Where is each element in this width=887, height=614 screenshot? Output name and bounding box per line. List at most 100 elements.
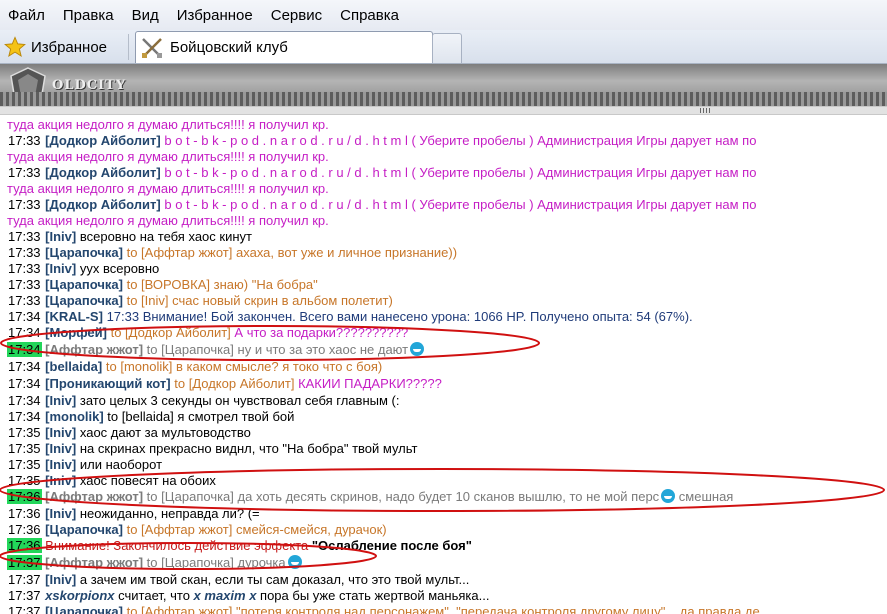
message-nick[interactable]: [KRAL-S] — [45, 309, 103, 324]
favorites-label: Избранное — [31, 38, 108, 56]
message-nick[interactable]: [Аффтар жжот] — [45, 489, 143, 504]
message-time[interactable]: 17:35 — [7, 441, 42, 456]
message-target[interactable]: to [Царапочка] — [147, 555, 234, 570]
menu-file[interactable]: Файл — [0, 7, 55, 24]
message-target[interactable]: to [ВОРОВКА] — [127, 277, 210, 292]
menu-help[interactable]: Справка — [332, 7, 409, 24]
message-time[interactable]: 17:35 — [7, 457, 42, 472]
effect-name: "Ослабление после боя" — [311, 538, 472, 553]
message-target[interactable]: to [Аффтар жжот] — [127, 245, 233, 260]
message-time[interactable]: 17:36 — [7, 489, 42, 504]
game-banner: OLDCITY — [0, 64, 887, 106]
message-time[interactable]: 17:33 — [7, 165, 42, 180]
smiley-icon — [410, 342, 425, 356]
tab-fight-club[interactable]: Бойцовский клуб — [135, 31, 433, 63]
banner-stripe — [0, 92, 887, 106]
chat-message: 17:35 [Iniv] хаос дают за мультоводство — [7, 425, 251, 441]
menu-favorites[interactable]: Избранное — [169, 7, 263, 24]
menu-tools[interactable]: Сервис — [263, 7, 332, 24]
chat-message: 17:33 [Додкор Айболит] b o t - b k - p o… — [7, 165, 756, 181]
message-text: или наоборот — [79, 457, 163, 472]
message-target[interactable]: to [Аффтар жжот] — [127, 604, 233, 614]
message-text: да хоть десять скринов, надо будет 10 ск… — [237, 489, 660, 504]
message-time[interactable]: 17:34 — [7, 325, 42, 340]
message-time[interactable]: 17:34 — [7, 342, 42, 357]
message-time[interactable]: 17:34 — [7, 359, 42, 374]
message-time[interactable]: 17:36 — [7, 538, 42, 553]
splitter-grip[interactable] — [700, 108, 712, 113]
new-tab-button[interactable] — [432, 33, 462, 63]
message-time[interactable]: 17:33 — [7, 261, 42, 276]
message-time[interactable]: 17:34 — [7, 376, 42, 391]
message-nick[interactable]: [Iniv] — [45, 457, 76, 472]
tab-bar: Избранное Бойцовский клуб — [0, 30, 887, 64]
message-nick[interactable]: [Iniv] — [45, 425, 76, 440]
message-nick[interactable]: [Царапочка] — [45, 522, 123, 537]
message-nick[interactable]: [Iniv] — [45, 473, 76, 488]
message-time[interactable]: 17:33 — [7, 197, 42, 212]
message-time[interactable]: 17:37 — [7, 604, 42, 614]
message-nick[interactable]: [bellaida] — [45, 359, 102, 374]
message-target[interactable]: to [Царапочка] — [147, 342, 234, 357]
chat-message: 17:34 [monolik] to [bellaida] я смотрел … — [7, 409, 294, 425]
message-time[interactable]: 17:33 — [7, 277, 42, 292]
message-target[interactable]: to [monolik] — [106, 359, 172, 374]
message-text: хаос повесят на обоих — [79, 473, 216, 488]
chat-message: 17:33 [Царапочка] to [ВОРОВКА] знаю) "На… — [7, 277, 318, 293]
chat-message: 17:35 [Iniv] на скринах прекрасно виднл,… — [7, 441, 417, 457]
message-nick[interactable]: [Проникающий кот] — [45, 376, 170, 391]
message-mention[interactable]: x maxim x — [194, 588, 257, 603]
message-time[interactable]: 17:33 — [7, 293, 42, 308]
message-time[interactable]: 17:33 — [7, 133, 42, 148]
message-nick[interactable]: [Iniv] — [45, 261, 76, 276]
message-time[interactable]: 17:35 — [7, 473, 42, 488]
message-nick[interactable]: [Додкор Айболит] — [45, 197, 161, 212]
message-nick[interactable]: [monolik] — [45, 409, 104, 424]
message-nick[interactable]: [Морфей] — [45, 325, 107, 340]
message-time[interactable]: 17:33 — [7, 229, 42, 244]
message-text: b o t - b k - p o d . n a r o d . r u / … — [164, 197, 757, 212]
message-nick[interactable]: [Iniv] — [45, 572, 76, 587]
message-target[interactable]: to [Аффтар жжот] — [127, 522, 233, 537]
message-text: дурочка — [237, 555, 286, 570]
menu-view[interactable]: Вид — [124, 7, 169, 24]
smiley-icon — [287, 555, 302, 569]
message-nick[interactable]: [Аффтар жжот] — [45, 342, 143, 357]
message-nick[interactable]: [Царапочка] — [45, 245, 123, 260]
message-text: туда акция недолго я думаю длиться!!!! я… — [7, 213, 329, 228]
message-time[interactable]: 17:37 — [7, 555, 42, 570]
message-target[interactable]: to [Додкор Айболит] — [174, 376, 294, 391]
message-nick[interactable]: xskorpionx — [45, 588, 114, 603]
message-text: ахаха, вот уже и личное признание)) — [236, 245, 458, 260]
message-target[interactable]: to [bellaida] — [107, 409, 174, 424]
message-target[interactable]: to [Додкор Айболит] — [111, 325, 231, 340]
message-target[interactable]: to [Iniv] — [127, 293, 169, 308]
message-nick[interactable]: [Iniv] — [45, 393, 76, 408]
message-time[interactable]: 17:34 — [7, 409, 42, 424]
message-nick[interactable]: [Царапочка] — [45, 293, 123, 308]
favorites-button[interactable]: Избранное — [4, 34, 107, 60]
message-nick[interactable]: [Додкор Айболит] — [45, 133, 161, 148]
message-nick[interactable]: [Аффтар жжот] — [45, 555, 143, 570]
splitter-bar[interactable] — [0, 106, 887, 115]
message-nick[interactable]: [Iniv] — [45, 441, 76, 456]
message-time[interactable]: 17:33 — [7, 245, 42, 260]
chat-message: 17:33 [Iniv] уух всеровно — [7, 261, 159, 277]
message-nick[interactable]: [Додкор Айболит] — [45, 165, 161, 180]
message-time[interactable]: 17:34 — [7, 309, 42, 324]
message-time[interactable]: 17:36 — [7, 506, 42, 521]
message-time[interactable]: 17:35 — [7, 425, 42, 440]
message-time[interactable]: 17:36 — [7, 522, 42, 537]
message-nick[interactable]: [Iniv] — [45, 229, 76, 244]
message-target[interactable]: to [Царапочка] — [147, 489, 234, 504]
message-time[interactable]: 17:37 — [7, 588, 42, 603]
message-nick[interactable]: [Iniv] — [45, 506, 76, 521]
menu-edit[interactable]: Правка — [55, 7, 124, 24]
message-text: считает, что — [118, 588, 194, 603]
message-time[interactable]: 17:34 — [7, 393, 42, 408]
message-nick[interactable]: [Царапочка] — [45, 604, 123, 614]
message-text: 17:33 Внимание! Бой закончен. Всего вами… — [106, 309, 693, 324]
message-text: ну и что за это хаос не дают — [237, 342, 409, 357]
message-time[interactable]: 17:37 — [7, 572, 42, 587]
message-nick[interactable]: [Царапочка] — [45, 277, 123, 292]
